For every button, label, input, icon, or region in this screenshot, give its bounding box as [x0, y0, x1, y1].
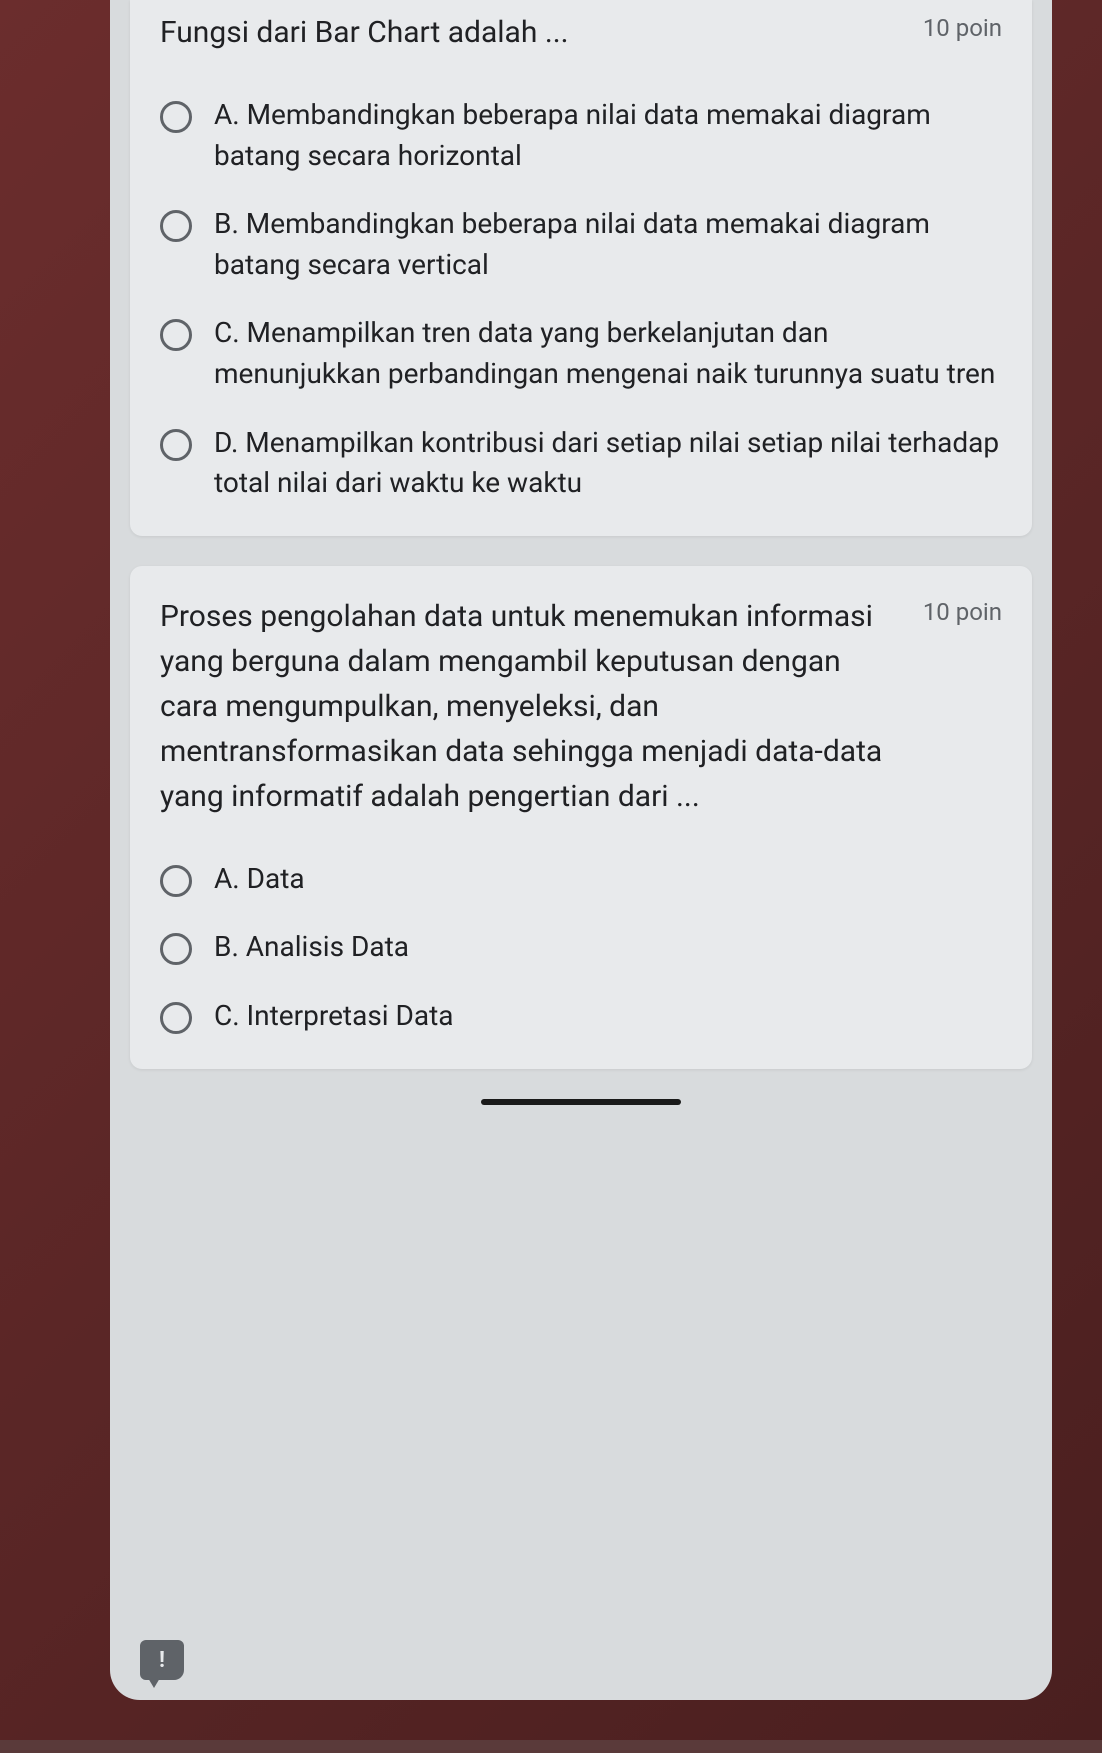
radio-icon — [160, 865, 192, 897]
question-title: Proses pengolahan data untuk menemukan i… — [160, 594, 923, 819]
option-b[interactable]: B. Analisis Data — [160, 927, 1002, 968]
radio-icon — [160, 210, 192, 242]
option-text: A. Membandingkan beberapa nilai data mem… — [214, 95, 1002, 176]
phone-frame: Fungsi dari Bar Chart adalah ... 10 poin… — [0, 0, 1102, 1740]
question-points: 10 poin — [923, 598, 1002, 626]
option-text: B. Analisis Data — [214, 927, 409, 968]
option-text: C. Interpretasi Data — [214, 996, 454, 1037]
question-card-1: Fungsi dari Bar Chart adalah ... 10 poin… — [130, 0, 1032, 536]
screen-content: Fungsi dari Bar Chart adalah ... 10 poin… — [110, 0, 1052, 1700]
radio-icon — [160, 1002, 192, 1034]
question-header: Fungsi dari Bar Chart adalah ... 10 poin — [160, 10, 1002, 55]
radio-icon — [160, 319, 192, 351]
radio-icon — [160, 933, 192, 965]
option-text: B. Membandingkan beberapa nilai data mem… — [214, 204, 1002, 285]
home-indicator[interactable] — [481, 1099, 681, 1105]
question-card-2: Proses pengolahan data untuk menemukan i… — [130, 566, 1032, 1069]
question-header: Proses pengolahan data untuk menemukan i… — [160, 594, 1002, 819]
option-text: A. Data — [214, 859, 305, 900]
radio-icon — [160, 429, 192, 461]
option-a[interactable]: A. Data — [160, 859, 1002, 900]
option-text: D. Menampilkan kontribusi dari setiap ni… — [214, 423, 1002, 504]
question-points: 10 poin — [923, 14, 1002, 42]
option-text: C. Menampilkan tren data yang berkelanju… — [214, 313, 1002, 394]
option-a[interactable]: A. Membandingkan beberapa nilai data mem… — [160, 95, 1002, 176]
option-d[interactable]: D. Menampilkan kontribusi dari setiap ni… — [160, 423, 1002, 504]
feedback-icon[interactable] — [140, 1640, 184, 1680]
option-c[interactable]: C. Menampilkan tren data yang berkelanju… — [160, 313, 1002, 394]
option-c[interactable]: C. Interpretasi Data — [160, 996, 1002, 1037]
radio-icon — [160, 101, 192, 133]
question-title: Fungsi dari Bar Chart adalah ... — [160, 10, 923, 55]
option-b[interactable]: B. Membandingkan beberapa nilai data mem… — [160, 204, 1002, 285]
